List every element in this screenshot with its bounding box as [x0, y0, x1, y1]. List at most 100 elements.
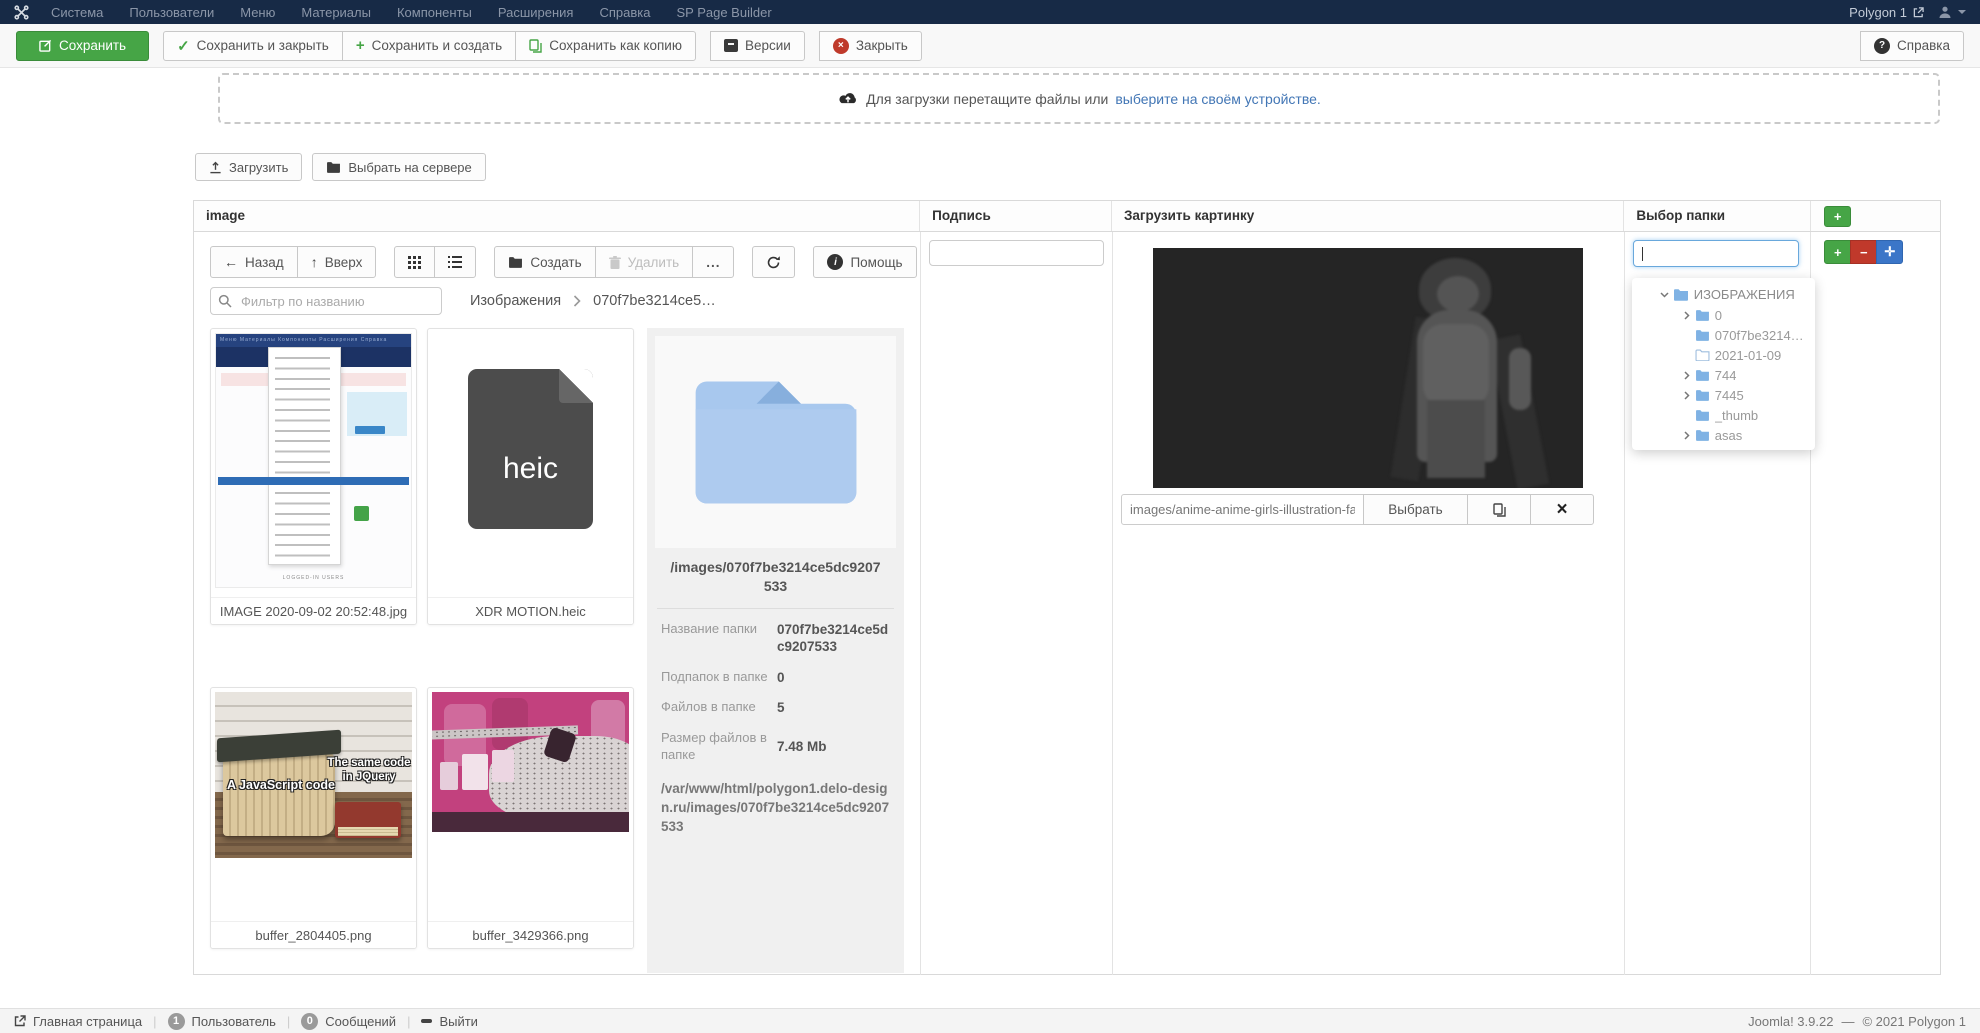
x-icon: ×: [1556, 499, 1568, 520]
breadcrumb-root[interactable]: Изображения: [470, 293, 561, 309]
upload-image-cell: Выбрать ×: [1113, 232, 1625, 975]
user-menu-toggle[interactable]: [1938, 5, 1966, 19]
dropzone-text: Для загрузки перетащите файлы или: [866, 90, 1109, 107]
tree-item-thumb[interactable]: _thumb: [1632, 405, 1815, 425]
chevron-right-icon[interactable]: [1680, 310, 1694, 320]
create-folder-button[interactable]: Создать: [494, 246, 596, 278]
site-name: Polygon 1: [1849, 4, 1907, 20]
tree-item-asas[interactable]: asas: [1632, 425, 1815, 445]
edit-toolbar: Сохранить ✓ Сохранить и закрыть + Сохран…: [0, 24, 1980, 68]
folder-path: /images/070f7be3214ce5dc9207533: [670, 559, 881, 594]
more-button[interactable]: ...: [692, 246, 735, 278]
text-caret: [1641, 247, 1643, 261]
menu-content[interactable]: Материалы: [301, 5, 371, 20]
menu-system[interactable]: Система: [51, 5, 103, 20]
file-card-jpg[interactable]: Меню Материалы Компоненты Расширения Спр…: [210, 328, 417, 625]
copy-icon: [529, 38, 542, 53]
status-bar: Главная страница | 1 Пользователь | 0 Со…: [0, 1008, 1980, 1033]
upload-buttons-row: Загрузить Выбрать на сервере: [195, 153, 486, 181]
remove-item-button[interactable]: −: [1850, 240, 1878, 264]
info-icon: i: [827, 254, 844, 270]
anime-figure: [1153, 248, 1583, 488]
messages-count-badge: 0: [301, 1012, 319, 1030]
messages-link[interactable]: 0 Сообщений: [301, 1012, 396, 1030]
folder-select-input[interactable]: [1632, 240, 1799, 267]
versions-button[interactable]: Версии: [709, 30, 805, 61]
menu-menus[interactable]: Меню: [240, 5, 275, 20]
delete-button[interactable]: Удалить: [594, 246, 694, 278]
copy-path-button[interactable]: [1467, 494, 1531, 525]
close-button[interactable]: × Закрыть: [818, 30, 922, 61]
help-button[interactable]: ? Справка: [1860, 30, 1964, 61]
tree-item-744[interactable]: 744: [1632, 365, 1815, 385]
save-close-button[interactable]: ✓ Сохранить и закрыть: [163, 30, 343, 61]
info-row-files: Файлов в папке 5: [661, 699, 785, 716]
fm-help-button[interactable]: i Помощь: [813, 246, 917, 278]
tree-item-070f7be[interactable]: 070f7be3214…: [1632, 325, 1815, 345]
home-page-link[interactable]: Главная страница: [14, 1014, 142, 1029]
file-dropzone[interactable]: Для загрузки перетащите файлы или выбери…: [218, 73, 1940, 124]
chevron-right-icon[interactable]: [1680, 390, 1694, 400]
device-select-link[interactable]: выберите на своём устройстве.: [1115, 91, 1320, 107]
file-name: XDR MOTION.heic: [428, 597, 633, 624]
add-item-button[interactable]: +: [1824, 240, 1852, 264]
upload-button[interactable]: Загрузить: [195, 153, 303, 181]
back-button[interactable]: ← Назад: [210, 246, 298, 278]
save-copy-button[interactable]: Сохранить как копию: [515, 30, 696, 61]
chevron-right-icon[interactable]: [1680, 430, 1694, 440]
big-folder-icon: [695, 381, 856, 503]
choose-image-button[interactable]: Выбрать: [1363, 494, 1468, 525]
panel-header: image Подпись Загрузить картинку Выбор п…: [194, 201, 1940, 232]
file-card-heic[interactable]: heic XDR MOTION.heic: [427, 328, 634, 625]
tree-item-clipped[interactable]: [1632, 445, 1815, 450]
save-button[interactable]: Сохранить: [16, 30, 150, 61]
row-actions-cell: + − ✛: [1811, 232, 1940, 975]
menu-help[interactable]: Справка: [599, 5, 650, 20]
add-row-button[interactable]: +: [1824, 205, 1852, 227]
save-new-button[interactable]: + Сохранить и создать: [341, 30, 517, 61]
users-online-link[interactable]: 1 Пользователь: [167, 1012, 276, 1030]
tree-item-7445[interactable]: 7445: [1632, 385, 1815, 405]
up-button[interactable]: ↑ Вверх: [296, 246, 377, 278]
file-card-buffer1[interactable]: A JavaScript code The same code in JQuer…: [210, 687, 417, 949]
chevron-right-icon: [574, 295, 581, 307]
tree-item-0[interactable]: 0: [1632, 305, 1815, 325]
select-on-server-button[interactable]: Выбрать на сервере: [312, 153, 486, 181]
search-icon: [218, 294, 232, 308]
info-row-subfolders: Подпапок в папке 0: [661, 668, 785, 685]
chevron-down-icon[interactable]: [1658, 291, 1672, 298]
arrow-up-icon: ↑: [310, 254, 318, 270]
menu-extensions[interactable]: Расширения: [498, 5, 574, 20]
grid-view-button[interactable]: [394, 246, 436, 278]
refresh-button[interactable]: [752, 246, 796, 278]
menu-components[interactable]: Компоненты: [397, 5, 472, 20]
move-item-button[interactable]: ✛: [1876, 240, 1904, 264]
menu-users[interactable]: Пользователи: [129, 5, 214, 20]
file-name: buffer_3429366.png: [428, 921, 633, 948]
folder-preview: [655, 336, 896, 548]
tree-root-images[interactable]: ИЗОБРАЖЕНИЯ: [1632, 284, 1815, 305]
caption-input[interactable]: [929, 240, 1104, 266]
upload-icon: [210, 161, 221, 173]
media-field-panel: image Подпись Загрузить картинку Выбор п…: [193, 200, 1941, 975]
folder-icon: [509, 257, 523, 268]
refresh-icon: [768, 255, 781, 268]
site-preview-link[interactable]: Polygon 1: [1849, 5, 1924, 20]
caret-down-icon: [1958, 10, 1966, 14]
file-card-buffer2[interactable]: buffer_3429366.png: [427, 687, 634, 949]
logout-link[interactable]: Выйти: [421, 1014, 478, 1029]
clear-image-button[interactable]: ×: [1530, 494, 1594, 525]
save-icon: [39, 39, 52, 52]
list-view-button[interactable]: [434, 246, 477, 278]
filter-row: Изображения 070f7be3214ce5…: [210, 287, 904, 315]
caption-cell: [921, 232, 1113, 975]
menu-sp-page-builder[interactable]: SP Page Builder: [676, 5, 771, 20]
info-row-size: Размер файлов в папке 7.48 Mb: [661, 729, 827, 762]
tree-item-2021-01-09[interactable]: 2021-01-09: [1632, 345, 1815, 365]
image-path-input[interactable]: [1121, 494, 1364, 525]
image-preview: [1153, 248, 1584, 488]
logout-icon: [421, 1019, 433, 1023]
external-link-icon: [14, 1015, 26, 1027]
chevron-right-icon[interactable]: [1680, 370, 1694, 380]
filter-input[interactable]: [210, 287, 442, 315]
